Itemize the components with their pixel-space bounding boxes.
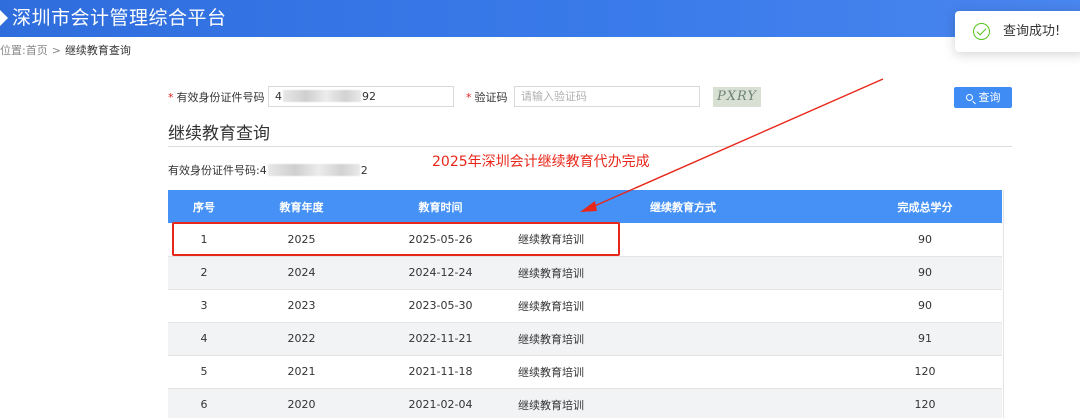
annotation-text: 2025年深圳会计继续教育代办完成 [432, 154, 650, 170]
section-divider [168, 146, 1012, 147]
breadcrumb: 位置:首页 > 继续教育查询 [0, 43, 131, 59]
cell-method: 继续教育培训 [518, 388, 848, 418]
cell-index: 3 [168, 289, 240, 323]
masked-text [267, 164, 360, 176]
id-number-label: * 有效身份证件号码 [168, 91, 265, 104]
section-title: 继续教育查询 [168, 124, 270, 144]
cell-index: 6 [168, 388, 240, 418]
app-title: 深圳市会计管理综合平台 [12, 7, 227, 29]
cell-date: 2021-11-18 [363, 355, 518, 389]
cell-year: 2022 [240, 322, 363, 356]
column-header-date: 教育时间 [363, 190, 518, 223]
cell-credits: 90 [848, 223, 1002, 257]
table-row: 4 2022 2022-11-21 继续教育培训 91 [168, 322, 1002, 356]
column-header-year: 教育年度 [240, 190, 363, 223]
column-header-credits: 完成总学分 [848, 190, 1002, 223]
cell-credits: 120 [848, 355, 1002, 389]
table-row: 3 2023 2023-05-30 继续教育培训 90 [168, 289, 1002, 323]
breadcrumb-prefix: 位置: [0, 44, 26, 57]
captcha-label: * 验证码 [466, 91, 508, 104]
cell-date: 2021-02-04 [363, 388, 518, 418]
masked-text [283, 90, 361, 102]
cell-index: 4 [168, 322, 240, 356]
cell-credits: 90 [848, 256, 1002, 290]
cell-year: 2024 [240, 256, 363, 290]
result-id-number: 有效身份证件号码:4 2 [168, 164, 368, 177]
breadcrumb-current: 继续教育查询 [64, 44, 131, 57]
id-number-input[interactable]: 4 92 [268, 86, 454, 107]
cell-index: 5 [168, 355, 240, 389]
cell-year: 2023 [240, 289, 363, 323]
cell-index: 2 [168, 256, 240, 290]
logo-icon [0, 10, 8, 26]
table-header-row: 序号 教育年度 教育时间 继续教育方式 完成总学分 [168, 190, 1002, 223]
captcha-image[interactable]: PXRY [713, 87, 761, 107]
cell-method: 继续教育培训 [518, 322, 848, 356]
cell-method: 继续教育培训 [518, 256, 848, 290]
annotation-highlight-box [172, 222, 620, 256]
cell-year: 2020 [240, 388, 363, 418]
cell-credits: 120 [848, 388, 1002, 418]
captcha-input[interactable]: 请输入验证码 [514, 86, 700, 107]
cell-credits: 91 [848, 322, 1002, 356]
search-icon [965, 94, 973, 101]
cell-date: 2022-11-21 [363, 322, 518, 356]
cell-year: 2021 [240, 355, 363, 389]
breadcrumb-home[interactable]: 首页 [26, 44, 48, 57]
breadcrumb-separator: > [51, 44, 61, 57]
cell-date: 2023-05-30 [363, 289, 518, 323]
cell-method: 继续教育培训 [518, 355, 848, 389]
top-bar: 深圳市会计管理综合平台 [0, 0, 1080, 37]
column-header-method: 继续教育方式 [518, 190, 848, 223]
query-button[interactable]: 查询 [954, 87, 1012, 108]
table-row: 5 2021 2021-11-18 继续教育培训 120 [168, 355, 1002, 389]
table-row: 2 2024 2024-12-24 继续教育培训 90 [168, 256, 1002, 290]
cell-method: 继续教育培训 [518, 289, 848, 323]
success-toast: 查询成功! [955, 11, 1080, 52]
table-scroll-edge [1003, 190, 1004, 418]
column-header-index: 序号 [168, 190, 240, 223]
cell-date: 2024-12-24 [363, 256, 518, 290]
cell-credits: 90 [848, 289, 1002, 323]
check-circle-icon [973, 23, 990, 40]
toast-message: 查询成功! [1003, 24, 1061, 39]
table-row: 6 2020 2021-02-04 继续教育培训 120 [168, 388, 1002, 418]
